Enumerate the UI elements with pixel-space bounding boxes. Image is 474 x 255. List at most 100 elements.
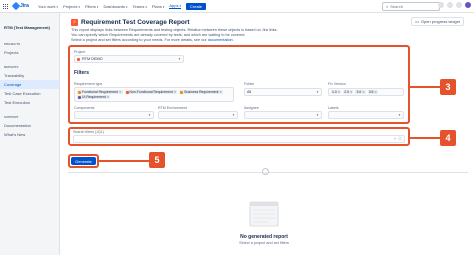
nav-teams[interactable]: Teams▾	[133, 4, 147, 9]
requirement-type-icon	[180, 90, 184, 94]
chevron-up-icon: ︿	[263, 169, 267, 174]
sidebar-section-projects: PROJECTS	[4, 42, 21, 46]
project-label: Project	[74, 50, 86, 54]
notifications-icon[interactable]	[438, 2, 444, 8]
search-input[interactable]: ⌕ Search	[382, 2, 440, 11]
chevron-down-icon: ▾	[56, 4, 59, 9]
requirement-chip[interactable]: UI Requirement ✕	[77, 95, 111, 99]
sidebar-item-projects[interactable]: Projects	[0, 48, 59, 57]
collapse-toggle[interactable]: ︿	[262, 168, 269, 175]
filters-title: Filters	[74, 70, 90, 76]
documentation-link[interactable]: documentation.	[208, 38, 234, 42]
rtm-environment-select[interactable]: ▼	[158, 111, 238, 119]
sidebar-item-test-execution[interactable]: Test Execution	[0, 98, 59, 107]
generate-button[interactable]: Generate	[71, 157, 96, 165]
jira-logo-icon	[11, 1, 21, 11]
nav-your-work[interactable]: Your work▾	[38, 4, 58, 9]
version-chip[interactable]: 1.0 ✕	[331, 90, 342, 94]
components-select[interactable]: ▼	[74, 111, 154, 119]
fix-version-label: Fix Version	[328, 82, 346, 86]
close-icon[interactable]: ✕	[220, 90, 223, 94]
create-button[interactable]: Create	[186, 2, 207, 10]
app-switcher-icon[interactable]	[3, 3, 8, 9]
chevron-down-icon: ▼	[148, 113, 151, 117]
sidebar-section-support: SUPPORT	[4, 115, 19, 119]
empty-report-illustration	[249, 201, 279, 227]
close-icon[interactable]: ✕	[362, 90, 365, 94]
requirement-chip[interactable]: Non-Functional Requirement ✕	[124, 90, 178, 94]
sidebar-item-coverage[interactable]: Coverage	[0, 80, 59, 89]
project-icon	[77, 57, 80, 61]
labels-label: Labels	[328, 106, 339, 110]
jql-search-label: Search filters (JQL)	[73, 130, 104, 134]
sidebar-item-documentation[interactable]: Documentation	[0, 121, 59, 130]
sidebar-item-test-case-execution[interactable]: Test Case Execution	[0, 89, 59, 98]
chevron-down-icon: ▾	[145, 4, 147, 9]
assignee-label: Assignee	[244, 106, 259, 110]
chevron-down-icon: ▼	[316, 90, 319, 94]
jira-logo-text: Jira	[20, 3, 29, 9]
requirement-chip[interactable]: Business Requirement ✕	[179, 90, 224, 94]
folder-label: Folder	[244, 82, 255, 86]
chevron-down-icon: ▾	[179, 4, 181, 8]
chevron-down-icon: ▼	[398, 113, 401, 117]
version-chip[interactable]: 2.0 ✕	[343, 90, 354, 94]
close-icon[interactable]: ✕	[119, 90, 122, 94]
report-icon: ⌕	[71, 18, 78, 26]
search-placeholder: Search	[390, 4, 403, 9]
nav-apps[interactable]: Apps▾	[169, 3, 181, 9]
sidebar: RTM (Test Management) PROJECTS Projects …	[0, 13, 60, 255]
chevron-down-icon: ▾	[162, 4, 165, 9]
nav-filters[interactable]: Filters▾	[85, 4, 98, 9]
settings-icon[interactable]	[456, 2, 462, 8]
requirement-type-icon	[78, 90, 81, 94]
labels-select[interactable]: ▼	[328, 111, 404, 119]
empty-state-subtitle: Select a project and set filters	[239, 241, 289, 245]
jql-search-input[interactable]: ✓ ⓘ	[73, 135, 405, 143]
assignee-select[interactable]: ▼	[244, 111, 322, 119]
nav-dashboards[interactable]: Dashboards▾	[103, 4, 127, 9]
chevron-down-icon: ▼	[232, 113, 235, 117]
avatar[interactable]	[465, 2, 471, 8]
version-chip[interactable]: 3.0 ✕	[355, 90, 366, 94]
fix-version-select[interactable]: 1.0 ✕ 2.0 ✕ 3.0 ✕ 3.5 ✕	[328, 88, 404, 96]
requirement-type-icon	[125, 90, 129, 94]
top-right-icons	[438, 2, 471, 8]
project-select[interactable]: RTM DEMO ▼	[74, 55, 184, 63]
close-icon[interactable]: ✕	[350, 90, 353, 94]
description-line: Select a project and set filters accordi…	[71, 38, 234, 42]
help-icon[interactable]	[447, 2, 453, 8]
sidebar-title: RTM (Test Management)	[4, 25, 50, 30]
requirement-type-icon	[78, 95, 81, 99]
requirement-type-select[interactable]: Functional Requirement ✕ Non-Functional R…	[74, 87, 234, 102]
callout-badge-4: 4	[440, 130, 456, 146]
components-label: Components	[74, 106, 95, 110]
nav-projects[interactable]: Projects▾	[63, 4, 80, 9]
check-icon: ✓ ⓘ	[393, 136, 402, 141]
nav-plans[interactable]: Plans▾	[152, 4, 165, 9]
close-icon[interactable]: ✕	[174, 90, 177, 94]
callout-connector	[410, 86, 440, 88]
chevron-down-icon: ▾	[78, 4, 81, 9]
version-chip[interactable]: 3.5 ✕	[367, 90, 378, 94]
chevron-down-icon: ▾	[96, 4, 99, 9]
requirement-type-label: Requirement type	[74, 82, 103, 86]
callout-badge-5: 5	[149, 152, 165, 168]
page-description: This report displays links between Requi…	[71, 28, 331, 43]
sidebar-item-whats-new[interactable]: What's New	[0, 130, 59, 139]
callout-connector	[410, 137, 440, 139]
chevron-down-icon: ▼	[316, 113, 319, 117]
sidebar-item-traceability[interactable]: Traceability	[0, 71, 59, 80]
chevron-down-icon: ▾	[126, 4, 128, 9]
close-icon[interactable]: ✕	[107, 95, 110, 99]
close-icon[interactable]: ✕	[338, 90, 341, 94]
search-icon: ⌕	[386, 4, 389, 9]
callout-connector	[99, 160, 149, 162]
open-progress-widget-button[interactable]: ▭ Open progress widget	[411, 17, 464, 26]
requirement-chip[interactable]: Functional Requirement ✕	[77, 90, 123, 94]
close-icon[interactable]: ✕	[374, 90, 377, 94]
page-header: ⌕ Requirement Test Coverage Report ▭ Ope…	[71, 17, 464, 27]
folder-select[interactable]: All ▼	[244, 88, 322, 96]
jira-logo[interactable]: Jira	[11, 1, 29, 11]
widget-icon: ▭	[415, 19, 419, 24]
